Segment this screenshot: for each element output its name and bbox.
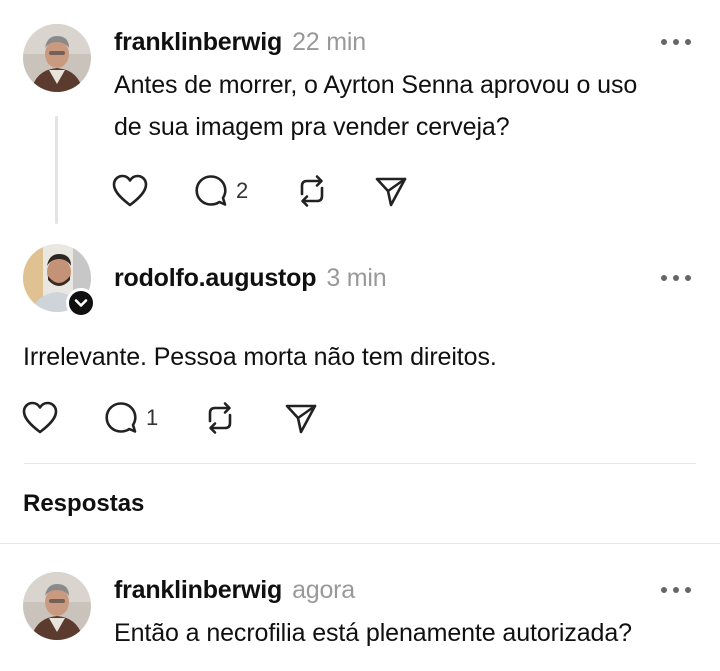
thread-line — [55, 116, 58, 224]
reply-count: 1 — [146, 405, 159, 430]
post-text: Então a necrofilia está plenamente autor… — [114, 619, 632, 647]
post-timestamp: 3 min — [326, 264, 387, 292]
repost-button[interactable] — [296, 174, 328, 208]
divider — [0, 543, 720, 544]
comment-icon — [105, 402, 137, 433]
avatar[interactable] — [23, 24, 91, 92]
replies-header: Respostas — [23, 490, 145, 517]
follow-badge[interactable] — [66, 288, 96, 318]
post-text: Antes de morrer, o Ayrton Senna aprovou … — [114, 64, 637, 148]
avatar[interactable] — [23, 572, 91, 640]
like-button[interactable] — [112, 174, 148, 208]
more-icon[interactable] — [658, 36, 694, 48]
like-button[interactable] — [22, 401, 58, 435]
post-username[interactable]: franklinberwig 22 min — [114, 28, 366, 57]
reply-count: 2 — [236, 178, 249, 203]
send-icon — [285, 404, 317, 434]
post-username[interactable]: franklinberwig agora — [114, 576, 355, 605]
more-icon[interactable] — [658, 272, 694, 284]
comment-button[interactable]: 2 — [194, 174, 248, 208]
post-text-line: Antes de morrer, o Ayrton Senna aprovou … — [114, 71, 638, 99]
post-timestamp: 22 min — [292, 28, 366, 56]
post-username[interactable]: rodolfo.augustop 3 min — [114, 264, 387, 293]
repost-icon — [300, 175, 324, 207]
share-button[interactable] — [374, 174, 408, 208]
more-icon[interactable] — [658, 584, 694, 596]
heart-icon — [22, 401, 58, 434]
post-text-line: de sua imagem pra vender cerveja? — [114, 113, 510, 141]
username-text[interactable]: franklinberwig — [114, 576, 282, 604]
comment-icon — [195, 175, 227, 206]
comment-button[interactable]: 1 — [104, 401, 158, 435]
post-timestamp: agora — [292, 576, 356, 604]
heart-icon — [112, 174, 148, 207]
share-button[interactable] — [284, 401, 318, 435]
repost-icon — [208, 402, 232, 434]
send-icon — [375, 177, 407, 207]
username-text[interactable]: rodolfo.augustop — [114, 264, 317, 292]
chevron-down-icon — [74, 299, 88, 307]
divider — [24, 463, 696, 464]
repost-button[interactable] — [204, 401, 236, 435]
username-text[interactable]: franklinberwig — [114, 28, 282, 56]
post-text: Irrelevante. Pessoa morta não tem direit… — [23, 343, 497, 371]
